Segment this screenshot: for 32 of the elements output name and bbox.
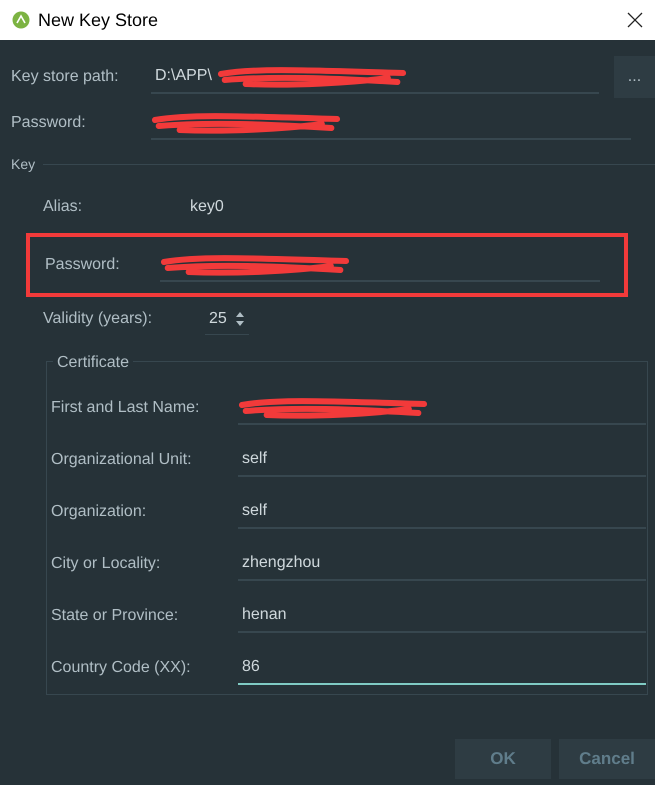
- android-icon: [12, 11, 30, 29]
- spinner-arrows-icon[interactable]: [234, 310, 245, 326]
- field-label: Organization:: [51, 502, 148, 522]
- close-icon[interactable]: [627, 12, 643, 28]
- text-field[interactable]: self: [238, 443, 646, 477]
- text-field[interactable]: henan: [238, 599, 646, 633]
- field-label: Organizational Unit:: [51, 450, 193, 470]
- field-label: City or Locality:: [51, 554, 162, 574]
- field-label: Password:: [45, 255, 121, 275]
- field-label: Country Code (XX):: [51, 658, 192, 678]
- field-value: self: [242, 449, 267, 469]
- browse-button[interactable]: ...: [614, 56, 655, 98]
- text-field[interactable]: zhengzhou: [238, 547, 646, 581]
- text-field[interactable]: 86: [238, 651, 646, 685]
- field-value: zhengzhou: [242, 553, 320, 573]
- field-label: First and Last Name:: [51, 398, 200, 418]
- field-value: henan: [242, 605, 286, 625]
- window-title: New Key Store: [38, 8, 158, 32]
- field-value: D:\APP\: [155, 66, 212, 86]
- text-field[interactable]: self: [238, 495, 646, 529]
- spinner-value: 25: [209, 308, 227, 328]
- field-value: key0: [190, 197, 224, 217]
- validity-spinner[interactable]: 25: [205, 303, 249, 335]
- field-label: Key store path:: [11, 67, 120, 87]
- field-label: Password:: [11, 113, 87, 133]
- field-value: 86: [242, 657, 260, 677]
- field-label: Alias:: [43, 197, 84, 217]
- field-label: State or Province:: [51, 606, 180, 626]
- field-value: self: [242, 501, 267, 521]
- text-field[interactable]: D:\APP\: [151, 60, 599, 94]
- field-label: Validity (years):: [43, 309, 154, 329]
- group-title: Key: [11, 155, 36, 174]
